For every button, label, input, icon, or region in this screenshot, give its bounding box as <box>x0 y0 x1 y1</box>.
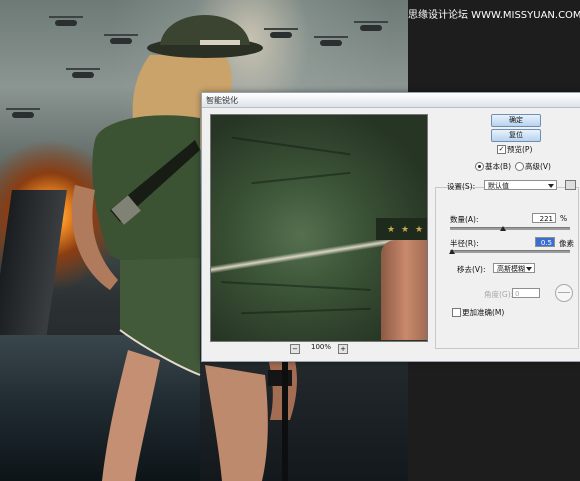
settings-label: 设置(S): <box>447 182 476 191</box>
radius-slider-track[interactable] <box>450 250 570 253</box>
zoom-in-button[interactable]: + <box>338 344 348 354</box>
basic-label: 基本(B) <box>485 162 511 171</box>
zoom-bar: − 100% + <box>210 343 426 355</box>
star-icon: ★ <box>415 225 424 235</box>
amount-field[interactable]: 221 <box>532 213 556 223</box>
settings-select[interactable]: 默认值 <box>484 180 557 190</box>
advanced-label: 高级(V) <box>525 162 551 171</box>
dialog-title: 智能锐化 <box>206 96 238 105</box>
amount-label: 数量(A): <box>450 215 479 224</box>
settings-value: 默认值 <box>488 182 509 190</box>
chevron-down-icon <box>526 267 532 271</box>
radius-field[interactable]: 0.5 <box>535 237 555 247</box>
smart-sharpen-dialog: 智能锐化 ★ ★ ★ − 100% + 确定 复位 ✓ 预览(P) 基本(B) … <box>201 92 580 362</box>
preview-arm <box>381 240 427 340</box>
angle-dial[interactable] <box>555 284 573 302</box>
preview-pane[interactable]: ★ ★ ★ <box>210 114 428 342</box>
star-icon: ★ <box>401 225 410 235</box>
radius-unit: 像素 <box>559 239 574 248</box>
fabric-fold <box>231 136 351 156</box>
radius-slider-thumb[interactable] <box>449 249 456 254</box>
amount-slider-track[interactable] <box>450 227 570 230</box>
angle-field[interactable]: 0 <box>512 288 540 298</box>
fabric-fold <box>251 171 351 185</box>
remove-label: 移去(V): <box>457 265 486 274</box>
zoom-value: 100% <box>310 343 331 351</box>
chevron-down-icon <box>548 184 554 188</box>
preview-label: 预览(P) <box>507 145 533 154</box>
watermark-text: 思缘设计论坛 WWW.MISSYUAN.COM <box>408 10 580 21</box>
fabric-fold <box>241 307 371 315</box>
radius-label: 半径(R): <box>450 239 479 248</box>
ok-button[interactable]: 确定 <box>491 114 541 127</box>
dialog-titlebar[interactable]: 智能锐化 <box>202 93 580 108</box>
preview-checkbox[interactable]: ✓ <box>497 145 506 154</box>
remove-value: 高斯模糊 <box>497 265 525 273</box>
star-icon: ★ <box>387 225 396 235</box>
reset-button[interactable]: 复位 <box>491 129 541 142</box>
save-settings-icon[interactable] <box>565 180 576 190</box>
remove-select[interactable]: 高斯模糊 <box>493 263 535 273</box>
advanced-radio[interactable] <box>515 162 524 171</box>
fabric-fold <box>221 281 371 291</box>
zoom-out-button[interactable]: − <box>290 344 300 354</box>
amount-slider-thumb[interactable] <box>499 226 506 231</box>
more-accurate-checkbox[interactable] <box>452 308 461 317</box>
more-accurate-label: 更加准确(M) <box>462 308 505 317</box>
amount-unit: % <box>560 214 568 223</box>
angle-label: 角度(G): <box>484 290 514 299</box>
basic-radio[interactable] <box>475 162 484 171</box>
